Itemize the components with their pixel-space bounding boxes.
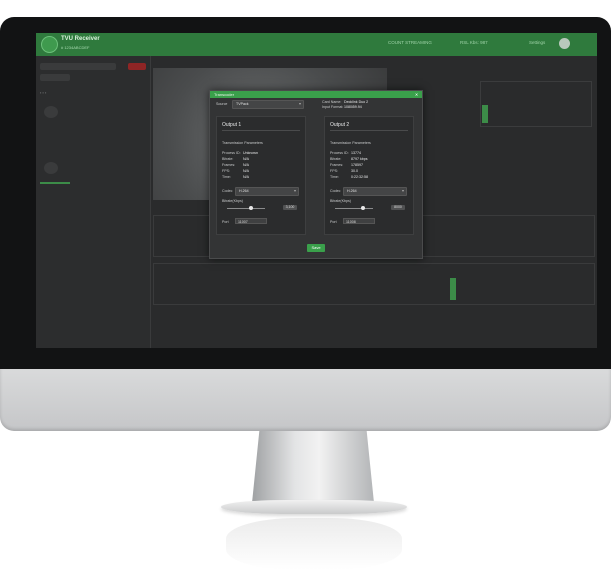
bitrate-value-field[interactable]: 8000 (391, 205, 405, 210)
fps-label: FPS: (222, 169, 230, 173)
bitrate-value: N/A (243, 157, 249, 161)
output-title: Output 1 (222, 122, 242, 128)
monitor-chin (0, 369, 611, 431)
nav-settings[interactable]: Settings (529, 40, 545, 45)
app-subtitle: # 1234ABCDEF (61, 45, 90, 50)
output-1-card: Output 1 Transmission Parameters Process… (216, 116, 306, 235)
fps-value: 30.0 (351, 169, 358, 173)
port-label: Port (222, 220, 229, 224)
params-heading: Transmission Parameters (222, 141, 263, 145)
source-select[interactable]: TVPack ▾ (232, 100, 304, 109)
output-2-card: Output 2 Transmission Parameters Process… (324, 116, 414, 235)
bitrate-label: Bitrate: (222, 157, 234, 161)
process-id-label: Process ID: (222, 151, 241, 155)
channel-grid (153, 263, 595, 305)
audio-level-bar (482, 105, 488, 123)
divider (222, 130, 300, 131)
close-icon[interactable]: ✕ (414, 92, 419, 97)
port-label: Port (330, 220, 337, 224)
device-icon (44, 162, 58, 174)
input-format-label: Input Format: (322, 105, 344, 109)
source-label: Source (216, 102, 228, 106)
process-id-value: 13774 (351, 151, 361, 155)
bitrate-kbps-label: Bitrate(Kbps) (222, 199, 243, 203)
frames-label: Frames: (222, 163, 236, 167)
stand-reflection (226, 518, 402, 570)
codec-value: H.264 (347, 189, 357, 193)
process-id-label: Process ID: (330, 151, 349, 155)
app-title: TVU Receiver (61, 36, 100, 42)
add-button[interactable] (128, 63, 146, 70)
sidebar: ▪ ▪ ▪ (36, 56, 151, 348)
save-button[interactable]: Save (307, 244, 325, 252)
codec-select[interactable]: H.264 ▾ (235, 187, 299, 196)
slider-handle[interactable] (249, 206, 253, 210)
time-value: 0:22:32:58 (351, 175, 368, 179)
codec-label: Codec (330, 189, 341, 193)
fps-value: N/A (243, 169, 249, 173)
bitrate-slider[interactable] (335, 208, 373, 209)
fps-label: FPS: (330, 169, 338, 173)
bitrate-label: Bitrate: (330, 157, 342, 161)
tvu-logo-icon (41, 36, 58, 53)
input-format-value: 1080i59.94 (344, 105, 362, 109)
port-input[interactable]: 11007 (235, 218, 267, 224)
divider (330, 130, 408, 131)
source-value: TVPack (236, 102, 249, 106)
sidebar-item[interactable]: ▪ ▪ ▪ (40, 90, 46, 95)
nav-count-streaming[interactable]: COUNT STREAMING (388, 40, 432, 45)
monitor-stand (252, 431, 374, 503)
time-label: Time: (222, 175, 231, 179)
port-input[interactable]: 11008 (343, 218, 375, 224)
bitrate-kbps-label: Bitrate(Kbps) (330, 199, 351, 203)
audio-meter (480, 81, 592, 127)
dialog-titlebar: Transcoder ✕ (210, 91, 422, 98)
nav-rsl[interactable]: RSL Kbs: 987 (460, 40, 488, 45)
transcoder-dialog: Transcoder ✕ Source TVPack ▾ Card Name: … (209, 90, 423, 259)
slider-handle[interactable] (361, 206, 365, 210)
frames-value: N/A (243, 163, 249, 167)
params-heading: Transmission Parameters (330, 141, 371, 145)
avatar[interactable] (559, 38, 570, 49)
time-value: N/A (243, 175, 249, 179)
channel-level-bar (450, 278, 456, 300)
filter-select[interactable] (40, 74, 70, 81)
frames-label: Frames: (330, 163, 344, 167)
card-name-label: Card Name: (322, 100, 342, 104)
app-header: TVU Receiver # 1234ABCDEF COUNT STREAMIN… (36, 33, 597, 56)
codec-label: Codec (222, 189, 233, 193)
device-icon (44, 106, 58, 118)
dialog-title: Transcoder (214, 92, 235, 97)
codec-select[interactable]: H.264 ▾ (343, 187, 407, 196)
codec-value: H.264 (239, 189, 249, 193)
chevron-down-icon: ▾ (401, 188, 404, 193)
time-label: Time: (330, 175, 339, 179)
monitor-base (221, 500, 407, 514)
output-title: Output 2 (330, 122, 350, 128)
bitrate-value-field[interactable]: 3,100 (283, 205, 297, 210)
status-bar (40, 182, 70, 184)
screen: TVU Receiver # 1234ABCDEF COUNT STREAMIN… (36, 33, 597, 348)
bitrate-value: 8797 kbps (351, 157, 368, 161)
card-name-value: Decklink Duo 2 (344, 100, 369, 104)
bitrate-slider[interactable] (227, 208, 265, 209)
frames-value: 178597 (351, 163, 363, 167)
search-input[interactable] (40, 63, 116, 70)
process-id-value: Unknown (243, 151, 258, 155)
chevron-down-icon: ▾ (298, 101, 301, 106)
chevron-down-icon: ▾ (293, 188, 296, 193)
